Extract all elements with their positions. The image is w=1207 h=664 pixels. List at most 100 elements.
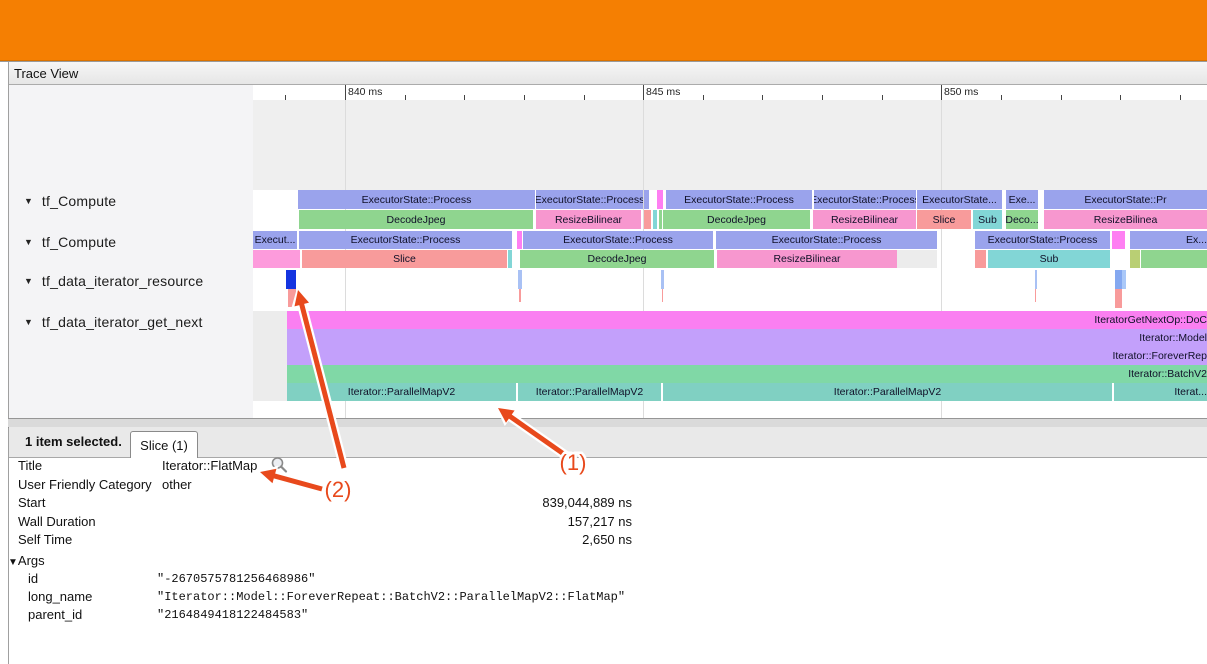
- trace-slice[interactable]: [644, 190, 649, 209]
- trace-slice[interactable]: [1122, 270, 1126, 289]
- trace-slice[interactable]: Sub: [973, 210, 1002, 229]
- detail-label: User Friendly Category: [18, 477, 152, 492]
- trace-slice[interactable]: ResizeBilinear: [536, 210, 641, 229]
- detail-value: 2,650 ns: [350, 532, 632, 547]
- trace-slice[interactable]: [653, 210, 657, 229]
- trace-slice[interactable]: ExecutorState::Process: [536, 190, 643, 209]
- detail-label: Title: [18, 458, 42, 473]
- track-label: tf_Compute: [42, 193, 116, 209]
- trace-slice[interactable]: [1141, 250, 1207, 268]
- trace-slice[interactable]: [1112, 231, 1125, 249]
- detail-label: Start: [18, 495, 45, 510]
- trace-slice[interactable]: [897, 250, 937, 268]
- trace-slice[interactable]: [662, 289, 663, 302]
- collapse-triangle-icon[interactable]: ▼: [24, 196, 33, 206]
- trace-slice[interactable]: [1035, 289, 1036, 302]
- browser-banner: [0, 0, 1207, 61]
- trace-slice[interactable]: Iterator::Model: [287, 329, 1207, 347]
- trace-slice[interactable]: [644, 210, 651, 229]
- trace-slice[interactable]: Iterator::ForeverRep: [287, 347, 1207, 365]
- trace-slice[interactable]: Deco...: [1006, 210, 1038, 229]
- trace-slice[interactable]: [975, 250, 986, 268]
- track-label: tf_data_iterator_get_next: [42, 314, 203, 330]
- trace-slice[interactable]: Exe...: [1006, 190, 1038, 209]
- trace-slice[interactable]: [659, 210, 662, 229]
- magnifier-icon[interactable]: [270, 456, 288, 474]
- ruler-major-tick: [345, 85, 346, 100]
- trace-view-header: [8, 62, 1207, 85]
- track-header-tf_data_iterator_get_next[interactable]: ▼ tf_data_iterator_get_next: [9, 311, 253, 333]
- tab-slice[interactable]: Slice (1): [130, 431, 198, 458]
- collapse-triangle-icon[interactable]: ▼: [8, 557, 18, 568]
- trace-slice[interactable]: [253, 250, 300, 268]
- trace-slice[interactable]: [519, 289, 521, 302]
- trace-slice[interactable]: ExecutorState::Pr: [1044, 190, 1207, 209]
- page-title: Trace View: [14, 66, 78, 81]
- trace-slice[interactable]: ExecutorState::Process: [666, 190, 812, 209]
- ruler-major-tick: [941, 85, 942, 100]
- trace-slice[interactable]: Ex...: [1130, 231, 1207, 249]
- trace-slice[interactable]: ExecutorState...: [917, 190, 1002, 209]
- collapse-triangle-icon[interactable]: ▼: [24, 317, 33, 327]
- trace-slice[interactable]: ExecutorState::Process: [975, 231, 1110, 249]
- trace-slice[interactable]: [286, 270, 296, 289]
- collapse-triangle-icon[interactable]: ▼: [24, 237, 33, 247]
- detail-label: Self Time: [18, 532, 72, 547]
- trace-slice[interactable]: [288, 289, 296, 307]
- ruler-tick-label: 850 ms: [944, 86, 978, 98]
- trace-slice[interactable]: [1115, 270, 1122, 289]
- trace-slice[interactable]: ResizeBilinea: [1044, 210, 1207, 229]
- trace-slice[interactable]: [508, 250, 512, 268]
- trace-slice[interactable]: ResizeBilinear: [717, 250, 897, 268]
- track-header-tf_Compute[interactable]: ▼ tf_Compute: [9, 190, 253, 212]
- track-background: [253, 100, 1207, 190]
- arg-key: parent_id: [28, 607, 82, 622]
- trace-slice[interactable]: Sub: [988, 250, 1110, 268]
- arg-key: id: [28, 571, 38, 586]
- trace-slice[interactable]: Iterator::BatchV2: [287, 365, 1207, 383]
- trace-slice[interactable]: [1130, 250, 1140, 268]
- args-section-toggle[interactable]: ▼Args: [8, 553, 45, 568]
- trace-slice[interactable]: ExecutorState::Process: [298, 190, 535, 209]
- selection-status: 1 item selected.: [25, 434, 122, 449]
- trace-slice[interactable]: ExecutorState::Process: [814, 190, 916, 209]
- trace-slice[interactable]: ResizeBilinear: [813, 210, 916, 229]
- args-label: Args: [18, 553, 45, 568]
- trace-slice[interactable]: ExecutorState::Process: [716, 231, 937, 249]
- trace-slice[interactable]: DecodeJpeg: [663, 210, 810, 229]
- trace-slice[interactable]: Execut...: [253, 231, 297, 249]
- trace-slice[interactable]: [518, 270, 522, 289]
- annotation-number-label: (2): [325, 477, 352, 502]
- timeline-ruler: 840 ms 845 ms 850 ms: [253, 85, 1207, 101]
- trace-slice[interactable]: [1115, 289, 1122, 308]
- trace-slice[interactable]: [661, 270, 664, 289]
- track-sidebar: ▼tf_Compute▼tf_Compute▼tf_data_iterator_…: [9, 85, 254, 418]
- track-label: tf_data_iterator_resource: [42, 273, 203, 289]
- track-background: [253, 311, 287, 401]
- annotation-arrow: [274, 476, 324, 490]
- ruler-tick-label: 845 ms: [646, 86, 680, 98]
- annotation-arrow: [273, 475, 322, 489]
- trace-slice[interactable]: DecodeJpeg: [299, 210, 533, 229]
- trace-slice[interactable]: IteratorGetNextOp::DoC: [287, 311, 1207, 329]
- collapse-triangle-icon[interactable]: ▼: [24, 276, 33, 286]
- trace-slice[interactable]: [657, 190, 663, 209]
- trace-slice[interactable]: ExecutorState::Process: [299, 231, 512, 249]
- trace-slice[interactable]: Slice: [302, 250, 507, 268]
- track-header-tf_Compute[interactable]: ▼tf_Compute: [9, 231, 253, 253]
- trace-slice[interactable]: Iterator::ParallelMapV2: [287, 383, 516, 401]
- track-header-tf_data_iterator_resource[interactable]: ▼ tf_data_iterator_resource: [9, 270, 253, 292]
- trace-slice[interactable]: ExecutorState::Process: [523, 231, 713, 249]
- timeline-canvas[interactable]: 840 ms 845 ms 850 ms ExecutorState::Proces…: [253, 85, 1207, 418]
- trace-slice[interactable]: [517, 231, 522, 249]
- trace-slice[interactable]: Iterator::ParallelMapV2: [518, 383, 661, 401]
- arg-value: "2164849418122484583": [157, 608, 308, 622]
- detail-label: Wall Duration: [18, 514, 96, 529]
- trace-slice[interactable]: Iterator::ParallelMapV2: [663, 383, 1112, 401]
- trace-slice[interactable]: Iterat...: [1114, 383, 1207, 401]
- ruler-major-tick: [643, 85, 644, 100]
- ruler-tick-label: 840 ms: [348, 86, 382, 98]
- trace-slice[interactable]: [1035, 270, 1037, 289]
- trace-slice[interactable]: Slice: [917, 210, 971, 229]
- trace-slice[interactable]: DecodeJpeg: [520, 250, 714, 268]
